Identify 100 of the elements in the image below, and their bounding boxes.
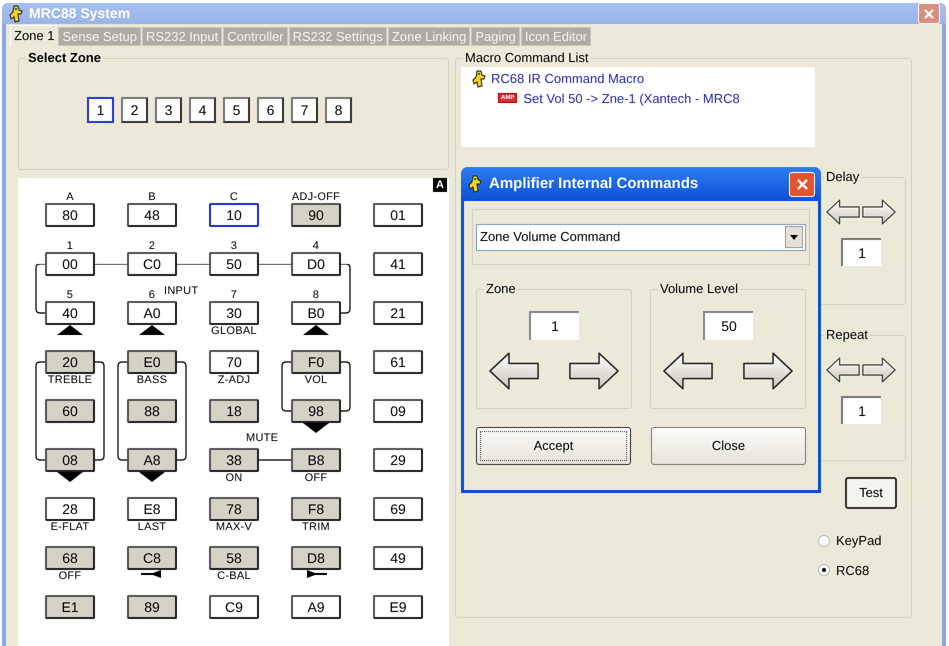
keypad-key[interactable]: C8 (127, 546, 177, 570)
keypad-key[interactable]: 01 (373, 203, 423, 227)
zone-button[interactable]: 4 (189, 97, 216, 123)
keypad-key[interactable]: E0 (127, 350, 177, 374)
keypad-key[interactable]: F0 (291, 350, 341, 374)
keypad-key[interactable]: 50 (209, 252, 259, 276)
repeat-field[interactable]: 1 (841, 396, 881, 424)
dialog-button[interactable]: Close (651, 427, 806, 465)
zone-button[interactable]: 2 (121, 97, 148, 123)
keypad-key[interactable]: B8 (291, 448, 341, 472)
keypad-key[interactable]: 08 (45, 448, 95, 472)
group-title: Delay (824, 169, 862, 185)
macro-icon (471, 70, 487, 88)
app-icon (467, 175, 483, 193)
key-label: 3 (230, 240, 238, 252)
keypad-key[interactable]: B0 (291, 301, 341, 325)
keypad-key[interactable]: D8 (291, 546, 341, 570)
keypad-key[interactable]: 58 (209, 546, 259, 570)
keypad-key[interactable]: A8 (127, 448, 177, 472)
keypad-key[interactable]: 38 (209, 448, 259, 472)
volume-field[interactable]: 50 (703, 311, 753, 340)
connector-line (259, 264, 291, 265)
app-icon (8, 4, 24, 22)
bracket-line (281, 361, 291, 412)
zone-button[interactable]: 3 (155, 97, 182, 123)
command-dropdown[interactable]: Zone Volume Command (476, 224, 806, 250)
key-label: 2 (148, 240, 156, 252)
key-label: B (148, 191, 156, 203)
radio-button[interactable] (818, 564, 830, 576)
keypad-key[interactable]: 40 (45, 301, 95, 325)
keypad-key[interactable]: 49 (373, 546, 423, 570)
key-label: 7 (230, 289, 238, 301)
keypad-key[interactable]: 18 (209, 399, 259, 423)
key-label: C-BAL (217, 570, 251, 582)
keypad-key[interactable]: 30 (209, 301, 259, 325)
keypad-key[interactable]: 78 (209, 497, 259, 521)
keypad-key[interactable]: 60 (45, 399, 95, 423)
zone-button[interactable]: 6 (257, 97, 284, 123)
key-label: ADJ-OFF (292, 191, 340, 203)
keypad-key[interactable]: 10 (209, 203, 259, 227)
keypad-badge: A (433, 178, 447, 192)
keypad-key[interactable]: 70 (209, 350, 259, 374)
keypad-key[interactable]: 21 (373, 301, 423, 325)
keypad-key[interactable]: A0 (127, 301, 177, 325)
close-button[interactable] (918, 3, 940, 24)
keypad-key[interactable]: 98 (291, 399, 341, 423)
zone-field[interactable]: 1 (529, 311, 579, 340)
key-label: GLOBAL (211, 325, 257, 337)
key-label: E-FLAT (50, 521, 90, 533)
zone-button[interactable]: 7 (291, 97, 318, 123)
tree-item[interactable]: Set Vol 50 -> Zne-1 (Xantech - MRC8 (523, 88, 740, 108)
keypad-key[interactable]: 09 (373, 399, 423, 423)
key-label: 5 (66, 289, 74, 301)
keypad-key[interactable]: 89 (127, 595, 177, 619)
keypad-key[interactable]: C9 (209, 595, 259, 619)
keypad-key[interactable]: 69 (373, 497, 423, 521)
keypad-key[interactable]: 29 (373, 448, 423, 472)
keypad-key[interactable]: A9 (291, 595, 341, 619)
zone-button[interactable]: 8 (325, 97, 352, 123)
keypad-key[interactable]: 20 (45, 350, 95, 374)
tree-item[interactable]: RC68 IR Command Macro (491, 69, 644, 88)
key-label: LAST (138, 521, 166, 533)
group-label: MUTE (245, 432, 280, 444)
delay-field[interactable]: 1 (841, 238, 881, 266)
bracket-line (35, 264, 45, 314)
keypad-key[interactable]: 68 (45, 546, 95, 570)
keypad-key[interactable]: 61 (373, 350, 423, 374)
key-label: OFF (304, 472, 328, 484)
zone-button[interactable]: 1 (87, 97, 114, 123)
right-arrow-icon[interactable] (862, 356, 896, 384)
key-label: ON (225, 472, 243, 484)
keypad-key[interactable]: E8 (127, 497, 177, 521)
keypad-key[interactable]: C0 (127, 252, 177, 276)
group-title: Repeat (824, 327, 870, 343)
zone-button[interactable]: 5 (223, 97, 250, 123)
keypad-key[interactable]: 48 (127, 203, 177, 227)
keypad-key[interactable]: 90 (291, 203, 341, 227)
keypad-key[interactable]: 41 (373, 252, 423, 276)
left-arrow-icon[interactable] (826, 198, 860, 226)
dialog-button[interactable]: Accept (476, 427, 631, 465)
close-button[interactable] (789, 172, 815, 196)
key-label: VOL (304, 374, 328, 386)
keypad-key[interactable]: 80 (45, 203, 95, 227)
key-label: TREBLE (48, 374, 92, 386)
bracket-line (341, 264, 351, 314)
connector-line (259, 459, 291, 461)
test-button[interactable]: Test (845, 477, 897, 509)
key-label: MAX-V (216, 521, 252, 533)
keypad-key[interactable]: 28 (45, 497, 95, 521)
keypad-key[interactable]: D0 (291, 252, 341, 276)
radio-button[interactable] (818, 534, 830, 547)
right-arrow-icon[interactable] (862, 198, 896, 226)
keypad-key[interactable]: E1 (45, 595, 95, 619)
tab[interactable]: Zone 1 (10, 25, 58, 46)
keypad-key[interactable]: 88 (127, 399, 177, 423)
keypad-key[interactable]: E9 (373, 595, 423, 619)
left-arrow-icon[interactable] (826, 356, 860, 384)
key-label: TRIM (302, 521, 330, 533)
keypad-key[interactable]: F8 (291, 497, 341, 521)
keypad-key[interactable]: 00 (45, 252, 95, 276)
